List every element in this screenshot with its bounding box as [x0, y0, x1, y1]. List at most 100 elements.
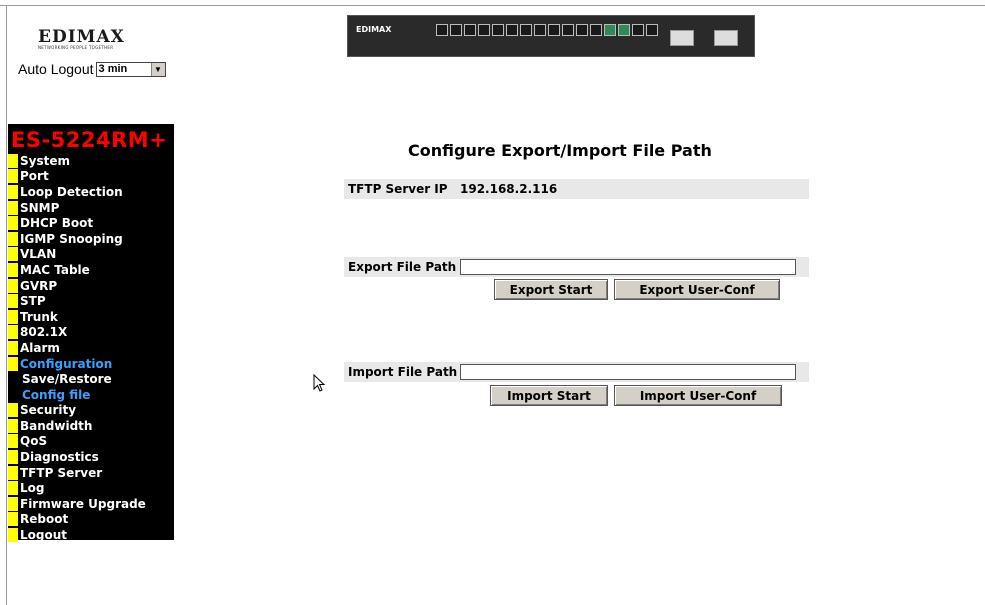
port-icon — [548, 24, 560, 36]
import-path-input[interactable] — [460, 364, 796, 380]
port-icon — [464, 24, 476, 36]
sidebar-item-mac-table[interactable]: MAC Table — [8, 262, 174, 278]
sidebar-item-label: Config file — [22, 387, 91, 402]
left-border — [6, 5, 7, 605]
sidebar-item-stp[interactable]: STP — [8, 293, 174, 309]
bullet-icon — [8, 403, 18, 418]
sidebar-item-label: Logout — [20, 528, 68, 543]
bullet-icon — [8, 481, 18, 496]
bullet-icon — [8, 262, 18, 277]
export-label: Export File Path — [348, 260, 457, 274]
export-row: Export File Path — [344, 257, 809, 277]
port-icon — [590, 24, 602, 36]
sidebar-item-label: Reboot — [20, 512, 69, 527]
bullet-icon — [8, 512, 18, 527]
bullet-icon — [8, 278, 18, 293]
sidebar-item-trunk[interactable]: Trunk — [8, 309, 174, 325]
bullet-icon — [8, 450, 18, 465]
sfp-slot-icon — [714, 30, 738, 46]
sidebar-item-bandwidth[interactable]: Bandwidth — [8, 418, 174, 434]
sidebar-item-label: Firmware Upgrade — [20, 496, 146, 511]
sidebar-item-label: System — [20, 153, 70, 168]
port-icon — [562, 24, 574, 36]
bullet-icon — [8, 169, 18, 184]
sidebar-item-system[interactable]: System — [8, 153, 174, 169]
sidebar-item-label: Configuration — [20, 356, 113, 371]
sidebar-item-reboot[interactable]: Reboot — [8, 512, 174, 528]
logo-text: EDIMAX — [38, 27, 125, 47]
sidebar-item-label: GVRP — [20, 278, 58, 293]
sidebar-item-log[interactable]: Log — [8, 480, 174, 496]
sidebar-item-config-file[interactable]: Config file — [8, 387, 174, 403]
sidebar-item-dhcp-boot[interactable]: DHCP Boot — [8, 215, 174, 231]
export-path-input[interactable] — [460, 259, 796, 275]
sidebar-item-label: Log — [20, 481, 45, 496]
tftp-label: TFTP Server IP — [348, 182, 448, 196]
sidebar-item-label: Alarm — [20, 340, 60, 355]
sidebar: ES-5224RM+ System Port Loop Detection SNMP D… — [8, 124, 174, 543]
bullet-icon — [8, 340, 18, 355]
sidebar-item-label: SNMP — [20, 200, 60, 215]
auto-logout-label: Auto Logout — [18, 61, 94, 77]
sidebar-item-label: IGMP Snooping — [20, 231, 123, 246]
port-icon — [506, 24, 518, 36]
sidebar-item-port[interactable]: Port — [8, 169, 174, 185]
sidebar-item-save-restore[interactable]: Save/Restore — [8, 371, 174, 387]
bullet-icon — [8, 528, 18, 543]
bullet-icon — [8, 325, 18, 340]
export-user-conf-button[interactable]: Export User-Conf — [614, 279, 780, 300]
bullet-icon — [8, 496, 18, 511]
sidebar-item-tftp-server[interactable]: TFTP Server — [8, 465, 174, 481]
bullet-icon — [8, 294, 18, 309]
bullet-icon — [8, 153, 18, 168]
top-border — [0, 5, 985, 6]
device-label: EDIMAX — [356, 25, 392, 34]
sidebar-item-loop-detection[interactable]: Loop Detection — [8, 184, 174, 200]
port-icon — [520, 24, 532, 36]
tftp-value: 192.168.2.116 — [460, 182, 558, 196]
auto-logout: Auto Logout 3 min ▼ — [18, 61, 166, 77]
bullet-icon — [8, 216, 18, 231]
import-row: Import File Path — [344, 362, 809, 382]
sidebar-item-diagnostics[interactable]: Diagnostics — [8, 449, 174, 465]
model-name: ES-5224RM+ — [11, 128, 168, 152]
sidebar-item-qos[interactable]: QoS — [8, 434, 174, 450]
sidebar-item-alarm[interactable]: Alarm — [8, 340, 174, 356]
bullet-icon — [8, 231, 18, 246]
import-user-conf-button[interactable]: Import User-Conf — [614, 385, 782, 406]
sidebar-item-label: 802.1X — [20, 325, 68, 340]
sidebar-item-firmware-upgrade[interactable]: Firmware Upgrade — [8, 496, 174, 512]
sidebar-item-igmp-snooping[interactable]: IGMP Snooping — [8, 231, 174, 247]
sidebar-item-label: VLAN — [20, 247, 57, 262]
sidebar-item-802-1x[interactable]: 802.1X — [8, 325, 174, 341]
sidebar-item-label: Save/Restore — [22, 372, 112, 387]
bullet-icon — [8, 356, 18, 371]
bullet-icon — [8, 465, 18, 480]
port-icon — [576, 24, 588, 36]
sidebar-item-logout[interactable]: Logout — [8, 527, 174, 543]
port-icon — [632, 24, 644, 36]
sidebar-item-label: Loop Detection — [20, 184, 123, 199]
bullet-icon — [8, 247, 18, 262]
auto-logout-select[interactable]: 3 min ▼ — [95, 61, 166, 77]
port-icon — [436, 24, 448, 36]
sidebar-item-label: Trunk — [20, 309, 58, 324]
tftp-row: TFTP Server IP 192.168.2.116 — [344, 179, 809, 199]
port-icon — [450, 24, 462, 36]
export-start-button[interactable]: Export Start — [494, 279, 608, 300]
sidebar-item-vlan[interactable]: VLAN — [8, 247, 174, 263]
edimax-logo: EDIMAX NETWORKING PEOPLE TOGETHER — [38, 27, 138, 51]
sidebar-item-label: Security — [20, 403, 77, 418]
auto-logout-value: 3 min — [98, 63, 128, 75]
sidebar-item-configuration[interactable]: Configuration — [8, 356, 174, 372]
import-start-button[interactable]: Import Start — [490, 385, 608, 406]
chevron-down-icon[interactable]: ▼ — [150, 62, 165, 76]
bullet-icon — [8, 434, 18, 449]
sidebar-item-security[interactable]: Security — [8, 403, 174, 419]
mouse-cursor-icon — [313, 374, 326, 392]
sidebar-item-gvrp[interactable]: GVRP — [8, 278, 174, 294]
port-icon — [618, 24, 630, 36]
port-icon — [646, 24, 658, 36]
sidebar-item-snmp[interactable]: SNMP — [8, 200, 174, 216]
bullet-icon — [8, 418, 18, 433]
